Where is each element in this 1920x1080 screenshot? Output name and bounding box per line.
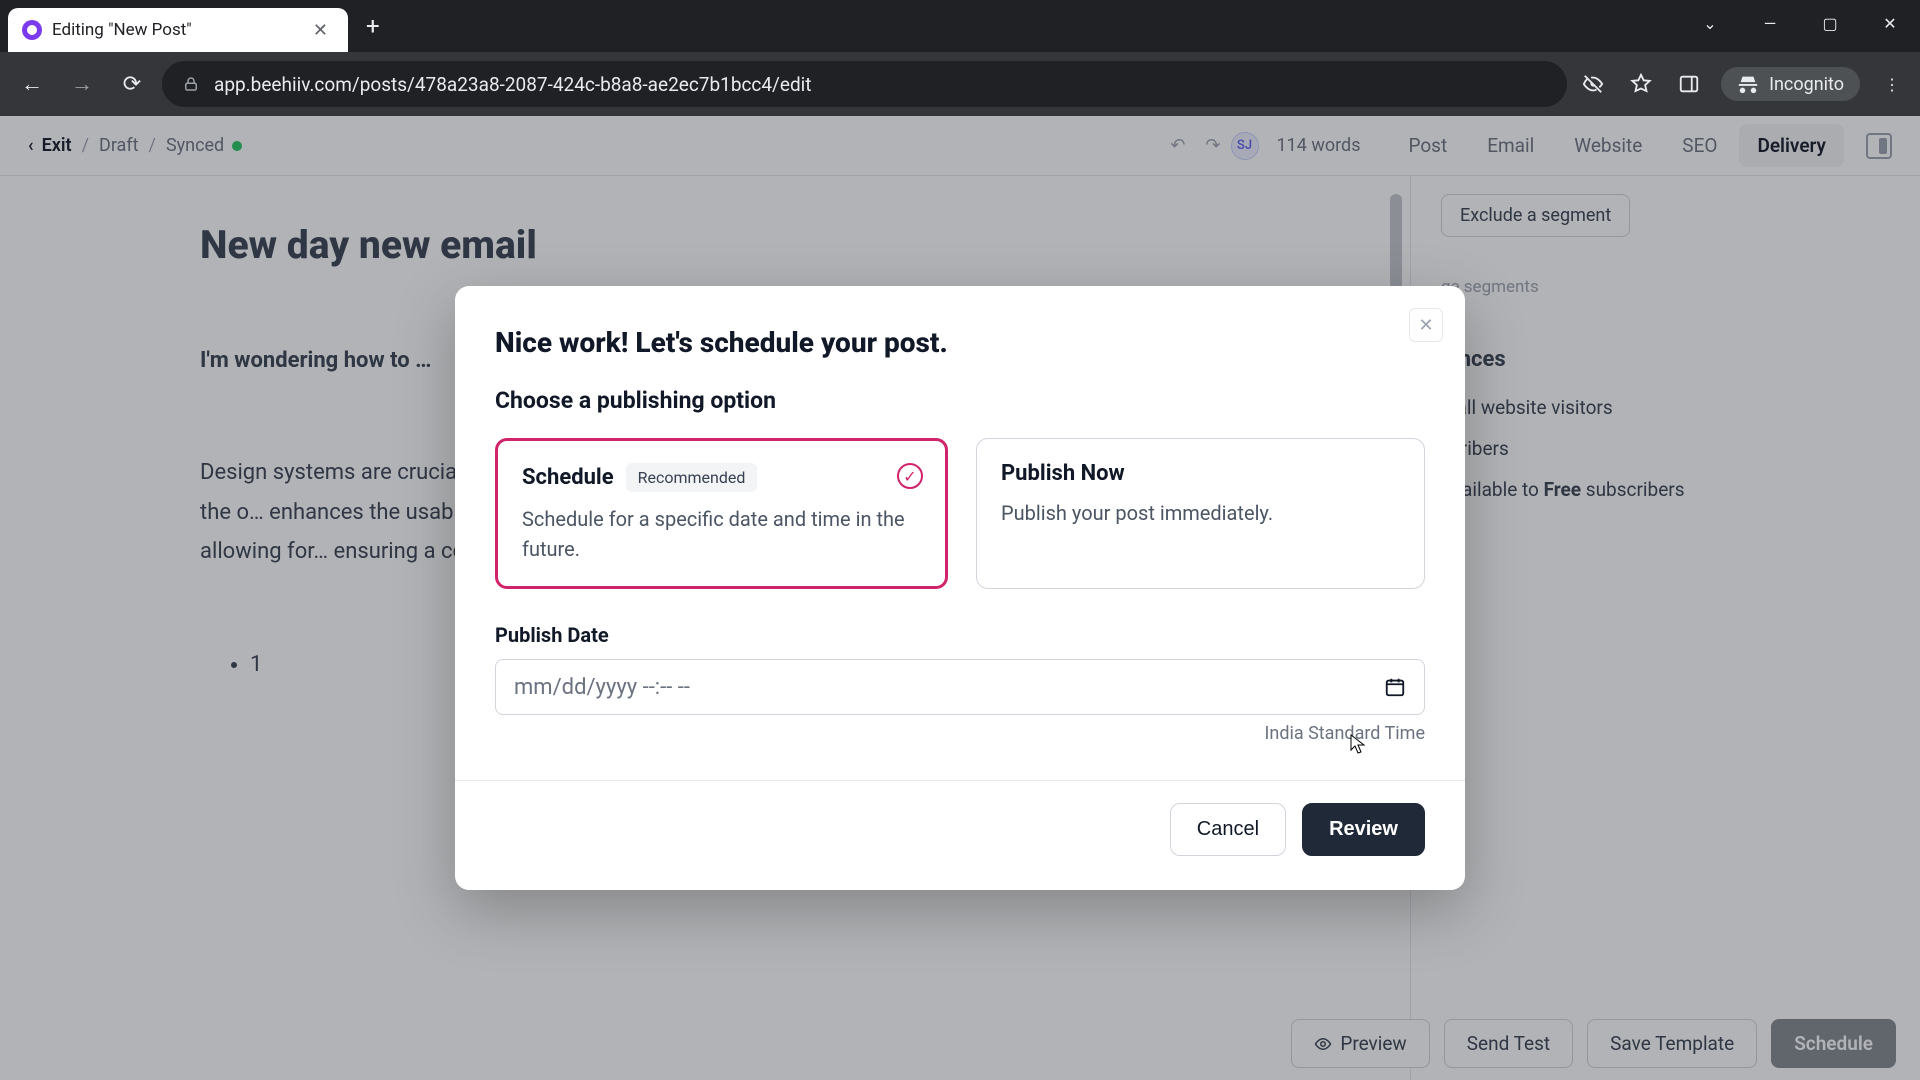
kebab-menu-icon[interactable]: ⋮ [1876,68,1908,100]
schedule-modal: ✕ Nice work! Let's schedule your post. C… [455,286,1465,890]
option-schedule[interactable]: ✓ Schedule Recommended Schedule for a sp… [495,438,948,589]
lock-icon [182,75,200,93]
option-publish-now-desc: Publish your post immediately. [1001,498,1400,528]
new-tab-button[interactable]: + [354,6,392,46]
modal-overlay[interactable]: ✕ Nice work! Let's schedule your post. C… [0,116,1920,1080]
publish-date-input[interactable]: mm/dd/yyyy --:-- -- [495,659,1425,715]
url-field[interactable]: app.beehiiv.com/posts/478a23a8-2087-424c… [162,61,1567,107]
check-circle-icon: ✓ [897,463,923,489]
option-schedule-desc: Schedule for a specific date and time in… [522,504,921,564]
window-controls: ⌄ — ▢ ✕ [1680,0,1920,46]
incognito-icon [1737,73,1759,95]
modal-title: Nice work! Let's schedule your post. [495,326,1425,359]
favicon-icon [22,20,42,40]
option-publish-now[interactable]: Publish Now Publish your post immediatel… [976,438,1425,589]
timezone-label: India Standard Time [495,723,1425,744]
reload-button[interactable]: ⟳ [112,64,152,104]
panel-icon[interactable] [1673,68,1705,100]
recommended-badge: Recommended [626,463,758,492]
review-button[interactable]: Review [1302,803,1425,856]
option-schedule-name: Schedule [522,465,614,490]
forward-button[interactable]: → [62,64,102,104]
bookmark-icon[interactable] [1625,68,1657,100]
modal-footer: Cancel Review [455,780,1465,860]
url-text: app.beehiiv.com/posts/478a23a8-2087-424c… [214,73,812,96]
address-bar: ← → ⟳ app.beehiiv.com/posts/478a23a8-208… [0,52,1920,116]
modal-subtitle: Choose a publishing option [495,387,1425,414]
calendar-icon[interactable] [1384,676,1406,698]
browser-tab[interactable]: Editing "New Post" ✕ [8,8,348,52]
date-placeholder: mm/dd/yyyy --:-- -- [514,675,690,700]
close-tab-icon[interactable]: ✕ [307,18,334,43]
editor-page: ‹ Exit / Draft / Synced ↶ ↷ SJ 114 words… [0,116,1920,1080]
publish-date-label: Publish Date [495,623,1425,647]
close-icon[interactable]: ✕ [1409,308,1443,342]
close-window-icon[interactable]: ✕ [1860,0,1920,46]
eye-off-icon[interactable] [1577,68,1609,100]
minimize-icon[interactable]: — [1740,0,1800,46]
cancel-button[interactable]: Cancel [1170,803,1286,856]
incognito-chip[interactable]: Incognito [1721,67,1860,101]
chevron-down-icon[interactable]: ⌄ [1680,0,1740,46]
back-button[interactable]: ← [12,64,52,104]
tab-title: Editing "New Post" [52,20,297,40]
tab-bar: Editing "New Post" ✕ + ⌄ — ▢ ✕ [0,0,1920,52]
browser-chrome: Editing "New Post" ✕ + ⌄ — ▢ ✕ ← → ⟳ app… [0,0,1920,116]
publishing-options: ✓ Schedule Recommended Schedule for a sp… [495,438,1425,589]
incognito-label: Incognito [1769,74,1844,95]
option-publish-now-name: Publish Now [1001,461,1125,486]
maximize-icon[interactable]: ▢ [1800,0,1860,46]
